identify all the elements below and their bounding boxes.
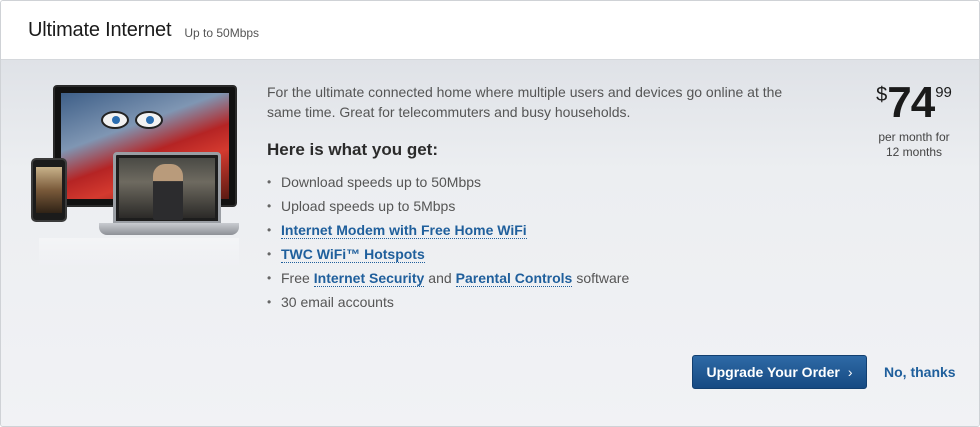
- price-amount: $ 74 99: [859, 80, 969, 126]
- chevron-right-icon: ›: [847, 364, 853, 380]
- parental-controls-link[interactable]: Parental Controls: [455, 270, 573, 287]
- list-item: • Download speeds up to 50Mbps: [267, 170, 629, 194]
- features-heading: Here is what you get:: [267, 140, 438, 159]
- no-thanks-link[interactable]: No, thanks: [884, 364, 956, 380]
- bullet-icon: •: [267, 247, 272, 261]
- feature-text: Download speeds up to 50Mbps: [281, 174, 482, 190]
- bullet-icon: •: [267, 175, 272, 189]
- price-term-line2: 12 months: [885, 145, 943, 159]
- car-eye-image: [101, 111, 129, 129]
- price-block: $ 74 99 per month for 12 months: [859, 80, 969, 160]
- phone-screen-image: [36, 167, 62, 213]
- price-term-line1: per month for: [878, 130, 950, 144]
- internet-security-link[interactable]: Internet Security: [313, 270, 425, 287]
- list-item: • Upload speeds up to 5Mbps: [267, 194, 629, 218]
- devices-illustration: [29, 80, 245, 270]
- list-item: • Internet Modem with Free Home WiFi: [267, 218, 629, 242]
- bullet-icon: •: [267, 223, 272, 237]
- bullet-icon: •: [267, 295, 272, 309]
- feature-text: software: [576, 270, 630, 286]
- feature-text: and: [428, 270, 452, 286]
- offer-title: Ultimate Internet: [28, 18, 172, 41]
- price-cents: 99: [935, 84, 952, 101]
- feature-text: Free: [281, 270, 310, 286]
- offer-header: Ultimate Internet Up to 50Mbps: [1, 1, 979, 60]
- bullet-icon: •: [267, 271, 272, 285]
- list-item: • TWC WiFi™ Hotspots: [267, 242, 629, 266]
- offer-card: Ultimate Internet Up to 50Mbps For the u…: [0, 0, 980, 427]
- feature-text: 30 email accounts: [281, 294, 394, 310]
- upgrade-order-button[interactable]: Upgrade Your Order ›: [692, 355, 867, 389]
- person-image: [153, 164, 183, 220]
- bullet-icon: •: [267, 199, 272, 213]
- upgrade-button-label: Upgrade Your Order: [706, 364, 840, 380]
- modem-wifi-link[interactable]: Internet Modem with Free Home WiFi: [281, 222, 527, 239]
- price-currency: $: [876, 84, 888, 106]
- list-item: • Free Internet Security and Parental Co…: [267, 266, 629, 290]
- list-item: • 30 email accounts: [267, 290, 629, 314]
- wifi-hotspots-link[interactable]: TWC WiFi™ Hotspots: [281, 246, 425, 263]
- offer-body: For the ultimate connected home where mu…: [1, 60, 979, 426]
- feature-text: Upload speeds up to 5Mbps: [281, 198, 456, 214]
- offer-subtitle: Up to 50Mbps: [184, 26, 260, 40]
- laptop-base: [99, 223, 239, 235]
- reflection: [39, 238, 239, 268]
- offer-description: For the ultimate connected home where mu…: [267, 84, 783, 120]
- features-list: • Download speeds up to 50Mbps • Upload …: [267, 170, 629, 314]
- phone-image: [31, 158, 67, 222]
- laptop-screen-image: [119, 158, 215, 220]
- laptop-image: [113, 152, 221, 224]
- car-eye-image: [135, 111, 163, 129]
- price-dollars: 74: [887, 78, 935, 127]
